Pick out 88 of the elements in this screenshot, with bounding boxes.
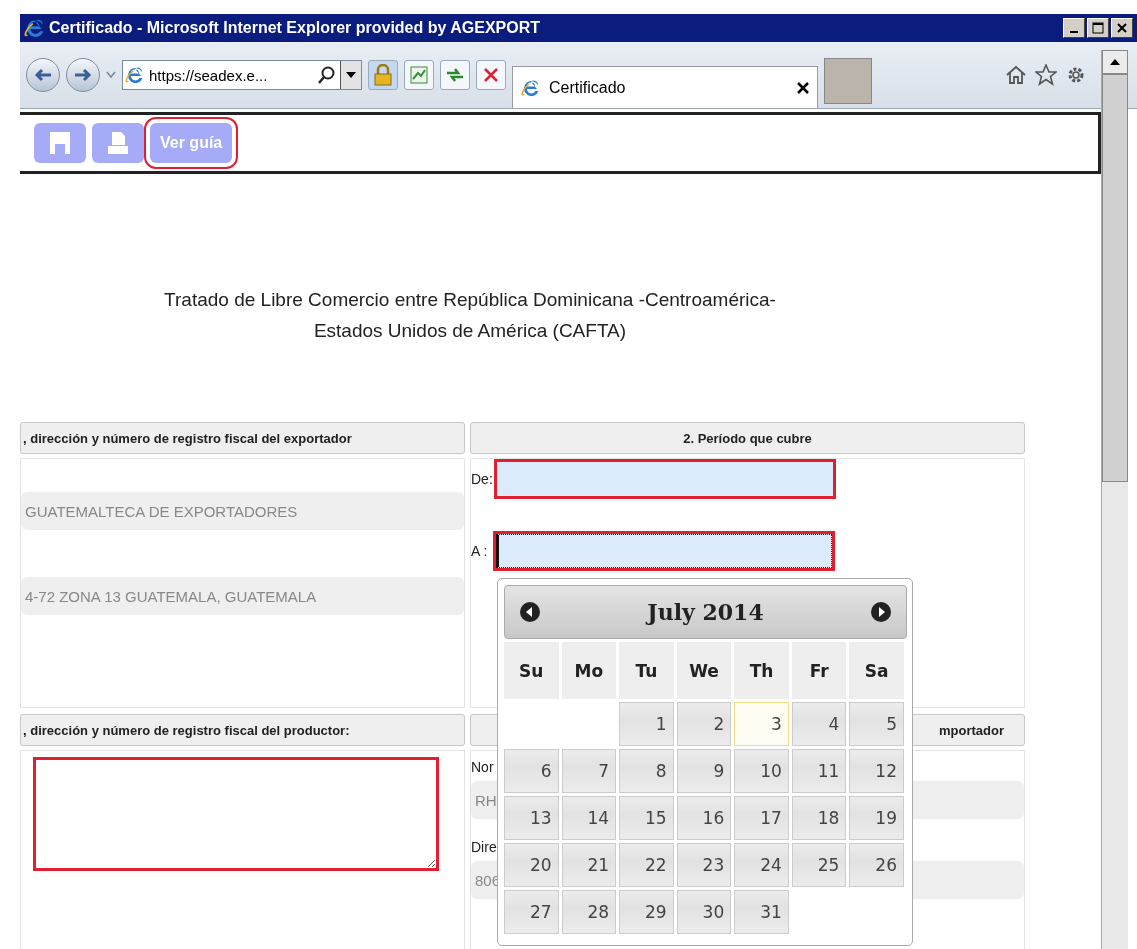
star-icon[interactable] xyxy=(1035,64,1057,86)
calendar-day[interactable]: 31 xyxy=(734,890,789,934)
previous-month-button[interactable] xyxy=(519,601,541,623)
field-label: A : xyxy=(471,543,488,559)
date-field[interactable] xyxy=(496,462,833,496)
calendar-day[interactable]: 5 xyxy=(849,702,904,746)
maximize-icon xyxy=(1092,22,1104,34)
calendar-day[interactable]: 18 xyxy=(791,796,847,840)
calendar-day[interactable]: 27 xyxy=(504,890,559,934)
calendar-day[interactable]: 8 xyxy=(619,749,674,793)
calendar-day[interactable]: 22 xyxy=(619,843,674,887)
up-arrow-icon xyxy=(1110,59,1120,65)
section-header: 2. Período que cubre xyxy=(470,422,1025,454)
calendar-day[interactable]: 26 xyxy=(849,843,904,887)
padlock-button[interactable] xyxy=(368,60,398,90)
section-header: , dirección y número de registro fiscal del exportador xyxy=(20,422,465,454)
compatibility-button[interactable] xyxy=(404,60,434,90)
calendar-day[interactable]: 20 xyxy=(504,843,559,887)
calendar-day[interactable]: 6 xyxy=(504,749,559,793)
window-title: Certificado - Microsoft Internet Explorer provided by AGEXPORT xyxy=(49,19,542,37)
maximize-button[interactable] xyxy=(1087,18,1109,38)
calendar-day[interactable]: 13 xyxy=(504,796,559,840)
weekday-label: We xyxy=(676,642,732,699)
calendar-day[interactable]: 7 xyxy=(561,749,617,793)
calendar-day[interactable]: 12 xyxy=(849,749,904,793)
minimize-button[interactable] xyxy=(1063,18,1085,38)
field-label: Dire xyxy=(471,839,497,855)
producer-field[interactable] xyxy=(33,757,439,871)
forward-button[interactable] xyxy=(66,58,100,92)
padlock-icon xyxy=(374,64,392,86)
address-bar[interactable]: https://seadex.e... xyxy=(122,60,362,90)
calendar-day[interactable]: 29 xyxy=(619,890,674,934)
back-arrow-icon xyxy=(33,67,53,83)
calendar-day[interactable]: 21 xyxy=(561,843,617,887)
calendar-day[interactable]: 15 xyxy=(619,796,674,840)
calendar-day[interactable]: 28 xyxy=(561,890,617,934)
caret-icon xyxy=(346,72,356,78)
forward-arrow-icon xyxy=(73,67,93,83)
weekday-label: Fr xyxy=(791,642,847,699)
stop-button[interactable] xyxy=(476,60,506,90)
calendar-day[interactable]: 10 xyxy=(734,749,789,793)
caret-icon[interactable] xyxy=(106,71,116,79)
field-value: GUATEMALTECA DE EXPORTADORES xyxy=(21,492,464,530)
calendar-day[interactable]: 1 xyxy=(619,702,674,746)
refresh-button[interactable] xyxy=(440,60,470,90)
month-title: July 2014 xyxy=(647,599,764,625)
calendar-day[interactable]: 24 xyxy=(734,843,789,887)
home-icon[interactable] xyxy=(1005,65,1027,85)
weekday-label: Su xyxy=(504,642,559,699)
calendar-day[interactable]: 17 xyxy=(734,796,789,840)
refresh-icon xyxy=(444,66,466,84)
chart-page-icon xyxy=(409,65,429,85)
weekday-label: Th xyxy=(734,642,789,699)
calendar-day[interactable]: 19 xyxy=(849,796,904,840)
calendar-day[interactable]: 30 xyxy=(676,890,732,934)
calendar-day[interactable]: 4 xyxy=(791,702,847,746)
scrollbar[interactable] xyxy=(1101,50,1128,949)
calendar-day[interactable]: 11 xyxy=(791,749,847,793)
field-value: 4-72 ZONA 13 GUATEMALA, GUATEMALA xyxy=(21,577,464,615)
close-button[interactable] xyxy=(1111,18,1133,38)
printer-icon xyxy=(105,130,131,156)
calendar-day[interactable]: 23 xyxy=(676,843,732,887)
document-title: Estados Unidos de América (CAFTA) xyxy=(312,319,628,343)
close-icon xyxy=(1116,22,1128,34)
calendar-day[interactable]: 9 xyxy=(676,749,732,793)
ie-logo-icon xyxy=(24,17,46,39)
browser-tab[interactable]: Certificado xyxy=(512,66,818,108)
calendar-day[interactable]: 2 xyxy=(676,702,732,746)
cross-icon xyxy=(483,67,499,83)
search-icon[interactable] xyxy=(316,65,336,85)
close-icon[interactable] xyxy=(797,81,809,94)
back-button[interactable] xyxy=(26,58,60,92)
field-label: Nor xyxy=(471,759,494,775)
weekday-label: Mo xyxy=(561,642,617,699)
next-month-button[interactable] xyxy=(870,601,892,623)
calendar-day[interactable]: 16 xyxy=(676,796,732,840)
ie-logo-icon xyxy=(125,65,145,85)
document-title: Tratado de Libre Comercio entre República Dominicana -Centroamérica- xyxy=(163,288,777,312)
field-label: De: xyxy=(471,471,493,487)
calendar-day[interactable]: 3 xyxy=(734,702,789,746)
weekday-label: Sa xyxy=(849,642,904,699)
minimize-icon xyxy=(1070,31,1078,33)
dropdown-button[interactable] xyxy=(340,61,361,89)
calendar-day[interactable]: 14 xyxy=(561,796,617,840)
date-field[interactable] xyxy=(496,534,833,568)
calendar-day[interactable]: 25 xyxy=(791,843,847,887)
section-header: , dirección y número de registro fiscal del productor: xyxy=(20,714,465,746)
weekday-label: Tu xyxy=(619,642,674,699)
